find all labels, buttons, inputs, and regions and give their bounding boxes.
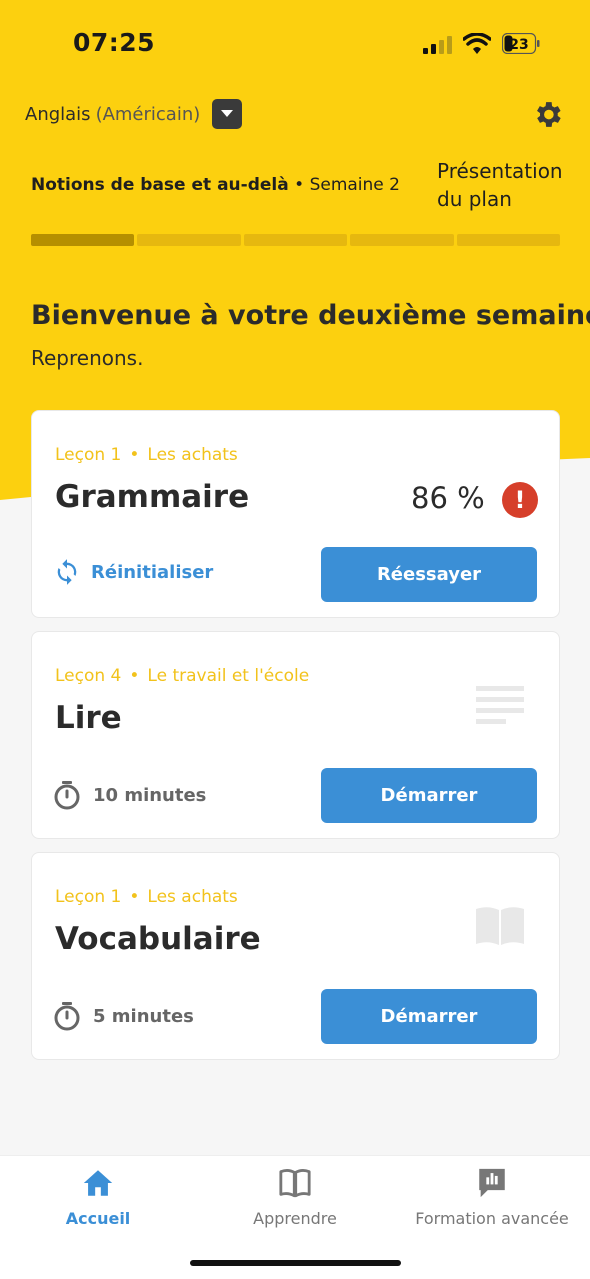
lesson-title: Vocabulaire <box>55 921 261 957</box>
lesson-card-vocabulary: Leçon 1 • Les achats Vocabulaire 5 minutes… <box>31 852 560 1060</box>
plan-separator: • <box>294 175 305 195</box>
book-icon <box>279 1169 311 1198</box>
language-variant: (Américain) <box>95 103 201 125</box>
lesson-topic: Les achats <box>147 887 238 907</box>
week-label: Semaine 2 <box>309 175 400 195</box>
welcome-subtitle: Reprenons. <box>31 346 144 370</box>
lesson-topic: Le travail et l'école <box>147 666 310 686</box>
lesson-topic: Les achats <box>147 445 238 465</box>
reset-label: Réinitialiser <box>91 561 214 583</box>
week-progress-bar <box>31 234 561 246</box>
progress-segment <box>243 234 348 246</box>
nav-label: Formation avancée <box>415 1209 569 1228</box>
refresh-icon <box>57 559 77 585</box>
duration-label: 10 minutes <box>93 784 207 806</box>
progress-segment <box>137 234 241 246</box>
battery-icon: 23 <box>501 32 540 55</box>
progress-segment <box>31 234 135 246</box>
duration-label: 5 minutes <box>93 1005 194 1027</box>
plan-overview-link[interactable]: Présentation du plan <box>437 157 567 213</box>
chevron-down-icon[interactable] <box>212 99 243 129</box>
alert-icon: ! <box>502 482 538 518</box>
lesson-score: 86 % <box>411 481 485 515</box>
status-bar: 07:25 23 <box>0 0 590 90</box>
nav-item-learn[interactable]: Apprendre <box>197 1166 393 1228</box>
lesson-meta: Leçon 1 • Les achats <box>55 887 238 907</box>
chat-bars-icon <box>479 1168 505 1198</box>
signal-icon <box>423 36 452 54</box>
lesson-duration: 5 minutes <box>53 1001 194 1031</box>
start-button[interactable]: Démarrer <box>321 768 537 823</box>
lesson-title: Lire <box>55 700 122 736</box>
nav-label: Accueil <box>65 1209 131 1228</box>
progress-segment <box>456 234 561 246</box>
nav-label: Apprendre <box>253 1209 337 1228</box>
wifi-icon <box>463 33 491 54</box>
lesson-number: Leçon 4 <box>55 666 122 686</box>
nav-item-home[interactable]: Accueil <box>0 1166 196 1228</box>
lesson-card-reading: Leçon 4 • Le travail et l'école Lire 10 mi… <box>31 631 560 839</box>
lesson-title: Grammaire <box>55 479 250 515</box>
progress-segment <box>350 234 454 246</box>
status-time: 07:25 <box>73 28 156 57</box>
plan-info: Notions de base et au-delà • Semaine 2 <box>31 175 400 195</box>
lesson-duration: 10 minutes <box>53 780 206 810</box>
welcome-title: Bienvenue à votre deuxième semaine. <box>31 300 590 331</box>
start-button[interactable]: Démarrer <box>321 989 537 1044</box>
lesson-number: Leçon 1 <box>55 445 122 465</box>
lesson-number: Leçon 1 <box>55 887 122 907</box>
language-name: Anglais <box>25 103 91 125</box>
gear-icon[interactable] <box>531 98 564 131</box>
lesson-meta: Leçon 4 • Le travail et l'école <box>55 666 310 686</box>
lesson-card-grammar: Leçon 1 • Les achats Grammaire 86 % ! Réin… <box>31 410 560 618</box>
home-icon <box>83 1170 113 1196</box>
lesson-meta: Leçon 1 • Les achats <box>55 445 238 465</box>
reset-button[interactable]: Réinitialiser <box>53 558 213 586</box>
retry-button[interactable]: Réessayer <box>321 547 537 602</box>
home-indicator <box>190 1260 401 1266</box>
document-lines-icon <box>476 686 524 724</box>
nav-item-advanced-training[interactable]: Formation avancée <box>394 1166 590 1228</box>
stopwatch-icon <box>54 1002 80 1031</box>
stopwatch-icon <box>54 781 80 810</box>
plan-name: Notions de base et au-delà <box>31 175 289 195</box>
open-book-icon <box>476 907 524 945</box>
battery-level: 23 <box>509 37 528 53</box>
language-selector[interactable]: Anglais (Américain) <box>25 99 243 129</box>
